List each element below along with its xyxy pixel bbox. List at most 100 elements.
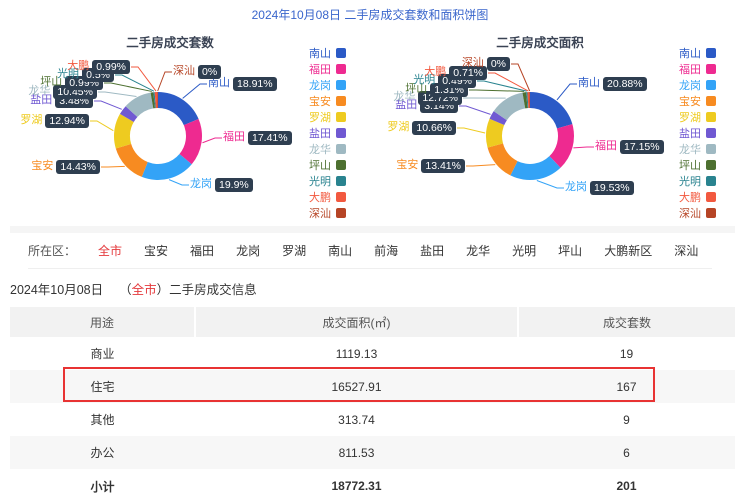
pie-label-value: 17.15%	[620, 140, 664, 154]
table-cell: 办公	[10, 436, 195, 469]
legend-swatch-icon	[706, 128, 716, 138]
legend-swatch-icon	[706, 64, 716, 74]
legend-item[interactable]: 罗湖	[679, 109, 716, 125]
info-paren-close: ）	[157, 279, 170, 298]
legend-item[interactable]: 光明	[309, 173, 346, 189]
pie-chart-units: 二手房成交套数 南山福田龙岗宝安罗湖盐田龙华坪山光明大鹏深汕 南山18.91%福…	[0, 30, 370, 226]
legend-swatch-icon	[336, 176, 346, 186]
legend-item[interactable]: 南山	[679, 45, 716, 61]
legend-item[interactable]: 龙华	[679, 141, 716, 157]
pie-label-name: 龙岗	[190, 177, 212, 192]
legend-label: 坪山	[679, 157, 701, 173]
pie-chart-area: 二手房成交面积 南山福田龙岗宝安罗湖盐田龙华坪山光明大鹏深汕 南山20.88%福…	[370, 30, 740, 226]
pie-label-value: 0%	[198, 65, 221, 79]
legend-item[interactable]: 宝安	[309, 93, 346, 109]
legend-item[interactable]: 南山	[309, 45, 346, 61]
legend-label: 龙岗	[309, 77, 331, 93]
pie-slice[interactable]	[157, 92, 198, 125]
legend-swatch-icon	[706, 96, 716, 106]
legend-label: 南山	[679, 45, 701, 61]
legend-item[interactable]: 深汕	[679, 205, 716, 221]
filter-item[interactable]: 前海	[374, 242, 398, 259]
legend-item[interactable]: 盐田	[679, 125, 716, 141]
table-row: 其他313.749	[10, 403, 735, 436]
pie-label-name: 宝安	[31, 159, 53, 174]
legend-label: 南山	[309, 45, 331, 61]
filter-item[interactable]: 龙岗	[236, 242, 260, 259]
pie-label-value: 18.91%	[233, 77, 277, 91]
info-scope: 全市	[132, 279, 157, 298]
filter-item[interactable]: 深汕	[674, 242, 698, 259]
table-cell: 18772.31	[195, 469, 518, 503]
pie-label-line	[469, 90, 524, 91]
pie-label-name: 罗湖	[387, 120, 409, 135]
legend-swatch-icon	[336, 160, 346, 170]
pie-label: 深汕0%	[462, 56, 510, 71]
legend-item[interactable]: 龙岗	[309, 77, 346, 93]
page: 2024年10月08日 二手房成交套数和面积饼图 二手房成交套数 南山福田龙岗宝…	[0, 0, 740, 503]
deals-table-wrap: 用途成交面积(㎡)成交套数 商业1119.1319住宅16527.91167其他…	[10, 307, 735, 503]
legend-swatch-icon	[336, 48, 346, 58]
legend-item[interactable]: 龙华	[309, 141, 346, 157]
legend-item[interactable]: 深汕	[309, 205, 346, 221]
legend-label: 龙岗	[679, 77, 701, 93]
filter-item[interactable]: 福田	[190, 242, 214, 259]
pie-slice[interactable]	[529, 92, 572, 128]
table-row: 小计18772.31201	[10, 469, 735, 503]
legend-label: 大鹏	[309, 189, 331, 205]
page-title-link[interactable]: 2024年10月08日 二手房成交套数和面积饼图	[0, 0, 740, 30]
filter-item[interactable]: 罗湖	[282, 242, 306, 259]
chart-legend: 南山福田龙岗宝安罗湖盐田龙华坪山光明大鹏深汕	[679, 45, 716, 221]
filter-item[interactable]: 宝安	[144, 242, 168, 259]
legend-label: 宝安	[309, 93, 331, 109]
filter-item[interactable]: 全市	[98, 242, 122, 259]
pie-label-name: 大鹏	[424, 65, 446, 80]
pie-label-value: 12.94%	[45, 114, 89, 128]
legend-item[interactable]: 福田	[309, 61, 346, 77]
legend-item[interactable]: 宝安	[679, 93, 716, 109]
pie-label: 罗湖10.66%	[387, 120, 456, 135]
filter-item[interactable]: 坪山	[558, 242, 582, 259]
table-cell: 9	[518, 403, 735, 436]
table-cell: 其他	[10, 403, 195, 436]
legend-label: 光明	[309, 173, 331, 189]
table-cell: 167	[518, 370, 735, 403]
legend-item[interactable]: 罗湖	[309, 109, 346, 125]
pie-label-name: 南山	[578, 76, 600, 91]
filter-item[interactable]: 龙华	[466, 242, 490, 259]
filter-item[interactable]: 大鹏新区	[604, 242, 652, 259]
legend-label: 龙华	[309, 141, 331, 157]
pie-label-line	[94, 101, 122, 109]
legend-item[interactable]: 福田	[679, 61, 716, 77]
pie-label-value: 10.66%	[412, 121, 456, 135]
filter-label: 所在区：	[28, 242, 76, 259]
pie-label: 宝安14.43%	[31, 159, 100, 174]
filter-item[interactable]: 光明	[512, 242, 536, 259]
legend-item[interactable]: 光明	[679, 173, 716, 189]
legend-item[interactable]: 大鹏	[679, 189, 716, 205]
legend-item[interactable]: 坪山	[309, 157, 346, 173]
table-cell: 16527.91	[195, 370, 518, 403]
legend-swatch-icon	[336, 144, 346, 154]
section-divider	[10, 226, 735, 233]
legend-item[interactable]: 坪山	[679, 157, 716, 173]
pie-label-name: 深汕	[173, 64, 195, 79]
legend-item[interactable]: 龙岗	[679, 77, 716, 93]
legend-label: 光明	[679, 173, 701, 189]
pie-slice[interactable]	[116, 144, 148, 177]
legend-swatch-icon	[706, 208, 716, 218]
filter-item[interactable]: 南山	[328, 242, 352, 259]
pie-label: 福田17.15%	[595, 139, 664, 154]
pie-label-line	[573, 147, 594, 148]
pie-label-value: 17.41%	[248, 131, 292, 145]
legend-swatch-icon	[336, 128, 346, 138]
filter-item[interactable]: 盐田	[420, 242, 444, 259]
deals-table: 用途成交面积(㎡)成交套数 商业1119.1319住宅16527.91167其他…	[10, 307, 735, 503]
legend-item[interactable]: 盐田	[309, 125, 346, 141]
legend-swatch-icon	[706, 48, 716, 58]
legend-item[interactable]: 大鹏	[309, 189, 346, 205]
pie-label: 南山20.88%	[578, 76, 647, 91]
table-cell: 201	[518, 469, 735, 503]
pie-label-line	[115, 75, 154, 91]
pie-label-name: 罗湖	[20, 113, 42, 128]
